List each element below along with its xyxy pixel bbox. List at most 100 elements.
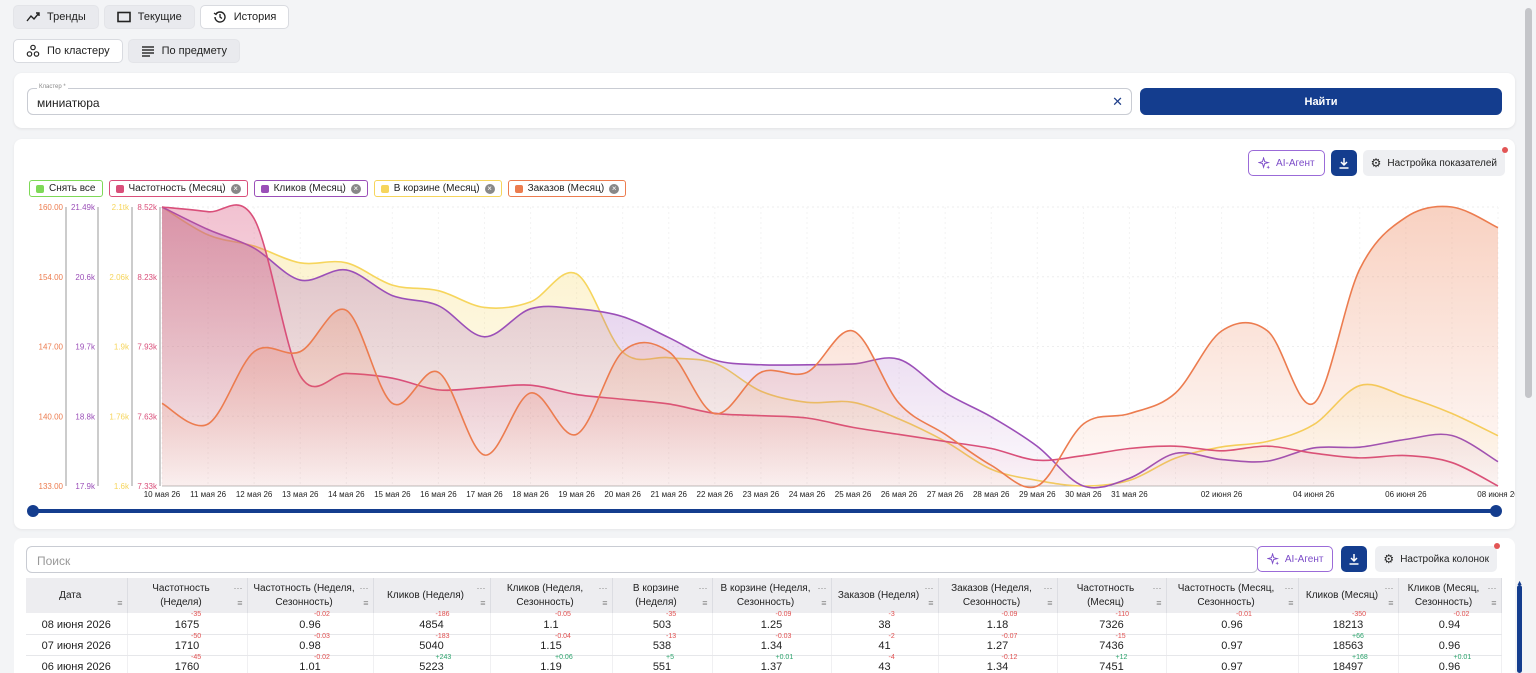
x-tick-label: 19 мая 26 xyxy=(558,490,595,499)
table-cell: 07 июня 2026 xyxy=(26,634,128,656)
column-menu-icon[interactable]: ≡ xyxy=(117,596,122,610)
tab-history[interactable]: История xyxy=(199,5,290,29)
column-header[interactable]: Кликов (Месяц) ⋯ ≡ xyxy=(1298,578,1399,613)
column-options-icon[interactable]: ⋯ xyxy=(360,581,369,595)
range-slider-end-handle[interactable] xyxy=(1490,505,1502,517)
trend-icon xyxy=(26,12,40,22)
table-ai-agent-button[interactable]: AI-Агент xyxy=(1256,546,1334,572)
column-header[interactable]: Дата ≡ xyxy=(26,578,128,613)
table-cell: 1.37 +0.01 xyxy=(712,654,832,673)
column-options-icon[interactable]: ⋯ xyxy=(818,581,827,595)
x-tick-label: 17 мая 26 xyxy=(466,490,503,499)
column-options-icon[interactable]: ⋯ xyxy=(1153,581,1162,595)
column-header[interactable]: Кликов (Неделя) ⋯ ≡ xyxy=(373,578,491,613)
cell-value: 0.98 xyxy=(299,640,321,652)
column-menu-icon[interactable]: ≡ xyxy=(1491,596,1496,610)
tab-by-subject[interactable]: По предмету xyxy=(127,39,241,63)
column-menu-icon[interactable]: ≡ xyxy=(363,596,368,610)
column-options-icon[interactable]: ⋯ xyxy=(1285,581,1294,595)
cell-value: 07 июня 2026 xyxy=(41,640,111,652)
column-header[interactable]: В корзине (Неделя) ⋯ ≡ xyxy=(612,578,713,613)
table-search-input[interactable]: Поиск xyxy=(26,546,1258,573)
column-header[interactable]: Кликов (Месяц, Сезонность) ⋯ ≡ xyxy=(1398,578,1502,613)
table-cell: 0.94 -0.02 xyxy=(1398,611,1502,635)
column-header[interactable]: Заказов (Неделя) ⋯ ≡ xyxy=(831,578,939,613)
table-cell: 43 -4 xyxy=(831,654,939,673)
table-scrollbar[interactable] xyxy=(1517,585,1522,673)
table-cell: 06 июня 2026 xyxy=(26,655,128,673)
tab-current[interactable]: Текущие xyxy=(103,5,195,29)
column-header[interactable]: Частотность (Месяц, Сезонность) ⋯ ≡ xyxy=(1166,578,1299,613)
column-settings-button[interactable]: ⚙ Настройка колонок xyxy=(1375,543,1500,572)
table-row[interactable]: 07 июня 2026 1710 -50 0.98 -0.03 5040 -183 1.15… xyxy=(26,632,1502,656)
column-menu-icon[interactable]: ≡ xyxy=(928,596,933,610)
cell-delta: +168 xyxy=(1352,653,1368,661)
y-tick-label: 1.9k xyxy=(114,343,130,352)
column-options-icon[interactable]: ⋯ xyxy=(1044,581,1053,595)
table-cell: 538 -13 xyxy=(612,633,713,656)
table-toolbar: AI-Агент ⚙ Настройка колонок xyxy=(1256,543,1500,572)
y-tick-label: 7.93k xyxy=(137,343,158,352)
range-slider-start-handle[interactable] xyxy=(27,505,39,517)
table-cell: 1.18 -0.09 xyxy=(938,611,1058,635)
history-icon xyxy=(213,11,226,23)
cell-value: 7451 xyxy=(1099,661,1124,673)
column-header[interactable]: Заказов (Неделя, Сезонность) ⋯ ≡ xyxy=(938,578,1058,613)
column-settings-label: Настройка колонок xyxy=(1400,553,1489,565)
download-icon xyxy=(1349,554,1359,565)
column-menu-icon[interactable]: ≡ xyxy=(821,596,826,610)
find-button[interactable]: Найти xyxy=(1140,88,1502,115)
column-menu-icon[interactable]: ≡ xyxy=(1388,596,1393,610)
x-tick-label: 23 мая 26 xyxy=(743,490,780,499)
cluster-input[interactable]: Кластер * миниатюра ✕ xyxy=(27,84,1132,115)
column-options-icon[interactable]: ⋯ xyxy=(234,581,243,595)
column-menu-icon[interactable]: ≡ xyxy=(237,596,242,610)
cell-value: 1.19 xyxy=(540,661,562,673)
column-options-icon[interactable]: ⋯ xyxy=(477,581,486,595)
clear-icon[interactable]: ✕ xyxy=(1112,94,1123,110)
table-cell: 7326 -110 xyxy=(1057,611,1167,635)
cell-delta: -0.02 xyxy=(1453,611,1470,618)
column-options-icon[interactable]: ⋯ xyxy=(925,581,934,595)
cell-value: 18213 xyxy=(1332,618,1364,631)
cell-value: 1710 xyxy=(174,640,200,652)
column-header[interactable]: Частотность (Неделя) ⋯ ≡ xyxy=(127,578,248,613)
y-tick-label: 160.00 xyxy=(39,203,64,212)
column-menu-icon[interactable]: ≡ xyxy=(602,596,607,610)
column-header[interactable]: Кликов (Неделя, Сезонность) ⋯ ≡ xyxy=(490,578,613,613)
column-menu-icon[interactable]: ≡ xyxy=(1288,596,1293,610)
x-tick-label: 08 июня 26 xyxy=(1477,490,1515,499)
table-cell: 41 -2 xyxy=(831,633,939,656)
cell-value: 1.18 xyxy=(986,618,1009,631)
table-row[interactable]: 06 июня 2026 1760 -45 1.01 -0.02 5223 +243 1.19… xyxy=(26,653,1502,673)
table-cell: 0.96 +0.01 xyxy=(1398,654,1502,673)
tab-by-cluster[interactable]: По кластеру xyxy=(13,39,123,63)
table-row[interactable]: 08 июня 2026 1675 -35 0.96 -0.02 4854 -186 1.1-… xyxy=(26,611,1502,635)
cell-value: 06 июня 2026 xyxy=(41,661,111,673)
column-options-icon[interactable]: ⋯ xyxy=(599,581,608,595)
column-menu-icon[interactable]: ≡ xyxy=(1047,596,1052,610)
column-menu-icon[interactable]: ≡ xyxy=(702,596,707,610)
column-menu-icon[interactable]: ≡ xyxy=(480,596,485,610)
x-tick-label: 28 мая 26 xyxy=(973,490,1010,499)
cluster-input-value: миниатюра xyxy=(37,96,100,110)
cell-value: 0.94 xyxy=(1438,618,1461,631)
column-menu-icon[interactable]: ≡ xyxy=(1156,596,1161,610)
column-header[interactable]: В корзине (Неделя, Сезонность) ⋯ ≡ xyxy=(712,578,832,613)
tab-trends[interactable]: Тренды xyxy=(13,5,99,29)
cell-value: 5223 xyxy=(419,661,444,673)
x-tick-label: 26 мая 26 xyxy=(881,490,918,499)
column-header-label: Частотность (Неделя) xyxy=(152,582,210,608)
cell-delta: -0.03 xyxy=(314,632,330,640)
column-options-icon[interactable]: ⋯ xyxy=(1488,581,1497,595)
column-options-icon[interactable]: ⋯ xyxy=(699,581,708,595)
x-tick-label: 30 мая 26 xyxy=(1065,490,1102,499)
table-download-button[interactable] xyxy=(1341,546,1368,572)
cell-delta: -0.07 xyxy=(1001,632,1018,640)
cell-delta: -0.04 xyxy=(555,632,571,640)
column-options-icon[interactable]: ⋯ xyxy=(1385,581,1394,595)
column-header[interactable]: Частотность (Неделя, Сезонность) ⋯ ≡ xyxy=(247,578,374,613)
column-header-label: Частотность (Месяц) xyxy=(1076,582,1135,608)
column-header[interactable]: Частотность (Месяц) ⋯ ≡ xyxy=(1057,578,1167,613)
page-scrollbar[interactable] xyxy=(1525,8,1532,398)
